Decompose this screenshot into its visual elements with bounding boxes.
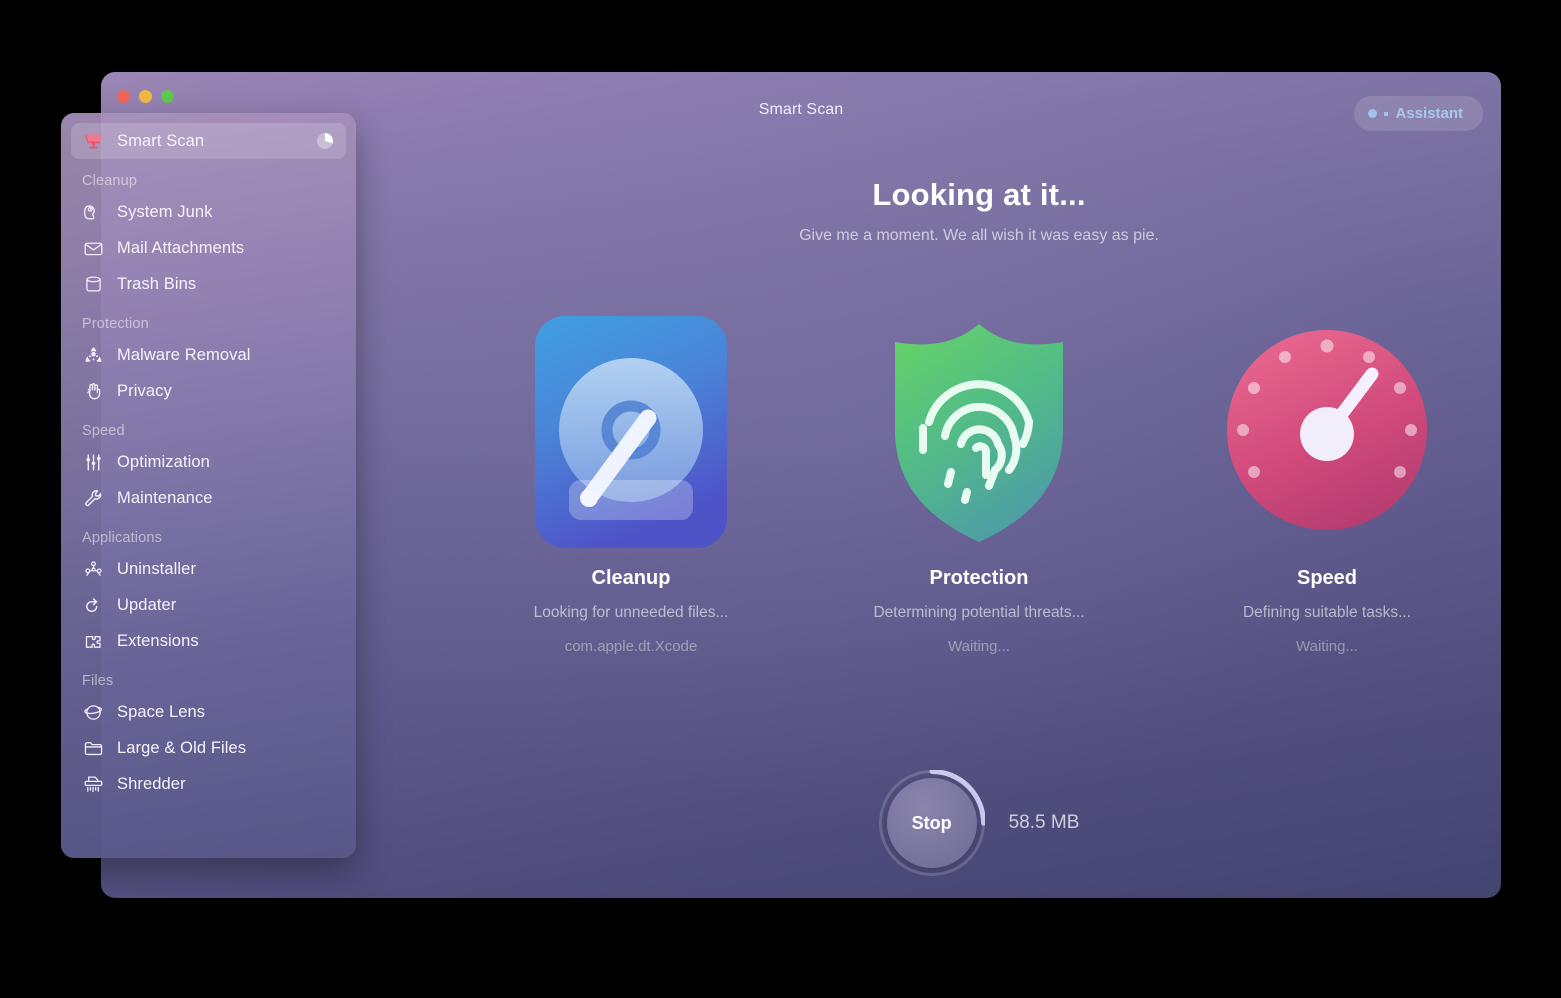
refresh-arrow-icon xyxy=(82,594,104,616)
sidebar-item-maintenance[interactable]: Maintenance xyxy=(71,480,346,516)
biohazard-icon xyxy=(82,344,104,366)
sidebar-item-malware-removal[interactable]: Malware Removal xyxy=(71,337,346,373)
sidebar-item-label: Large & Old Files xyxy=(117,738,247,757)
sidebar-group-applications: Applications xyxy=(82,530,162,546)
sidebar-item-label: Mail Attachments xyxy=(117,238,245,257)
stop-button[interactable]: Stop xyxy=(878,770,985,876)
card-title: Cleanup xyxy=(591,567,671,589)
card-status: Defining suitable tasks... xyxy=(1242,604,1411,621)
card-cleanup[interactable]: Cleanup Looking for unneeded files... co… xyxy=(481,307,781,655)
sidebar-item-label: Space Lens xyxy=(117,702,206,721)
sidebar-item-label: Privacy xyxy=(117,381,172,400)
molecule-icon xyxy=(82,558,104,580)
sidebar-item-optimization[interactable]: Optimization xyxy=(71,444,346,480)
wrench-icon xyxy=(82,487,104,509)
sidebar-group-files: Files xyxy=(82,673,114,689)
vacuum-icon xyxy=(82,201,104,223)
card-detail: Waiting... xyxy=(1296,638,1358,655)
monitor-icon xyxy=(82,130,104,152)
card-detail: com.apple.dt.Xcode xyxy=(564,638,698,655)
card-status: Looking for unneeded files... xyxy=(533,604,729,621)
sidebar-item-label: Updater xyxy=(117,595,177,614)
sidebar-item-label: Malware Removal xyxy=(117,345,251,364)
scan-category-cards: Cleanup Looking for unneeded files... co… xyxy=(457,307,1501,655)
stop-button-face: Stop xyxy=(886,778,977,868)
card-title: Speed xyxy=(1296,567,1358,589)
sidebar-item-mail-attachments[interactable]: Mail Attachments xyxy=(71,230,346,266)
sidebar: Smart Scan Cleanup System Junk Mail Attachm… xyxy=(61,113,356,858)
sidebar-item-label: System Junk xyxy=(117,202,213,221)
card-protection[interactable]: Protection Determining potential threats… xyxy=(829,307,1129,655)
sidebar-item-extensions[interactable]: Extensions xyxy=(71,623,346,659)
sidebar-item-updater[interactable]: Updater xyxy=(71,587,346,623)
assistant-label: Assistant xyxy=(1395,105,1463,122)
assistant-button[interactable]: Assistant xyxy=(1354,96,1483,131)
shredder-icon xyxy=(82,773,104,795)
sidebar-item-label: Optimization xyxy=(117,452,210,471)
assistant-square-icon xyxy=(1384,111,1389,116)
sidebar-group-speed: Speed xyxy=(82,423,125,439)
sidebar-item-label: Trash Bins xyxy=(117,274,197,293)
sidebar-item-system-junk[interactable]: System Junk xyxy=(71,194,346,230)
sidebar-item-label: Maintenance xyxy=(117,488,213,507)
sidebar-group-cleanup: Cleanup xyxy=(82,173,138,189)
card-title: Protection xyxy=(929,567,1029,589)
page-headline: Looking at it... xyxy=(872,177,1086,212)
card-detail: Waiting... xyxy=(948,638,1010,655)
page-subheadline: Give me a moment. We all wish it was eas… xyxy=(799,227,1159,244)
hard-disk-icon xyxy=(531,307,731,557)
sidebar-item-uninstaller[interactable]: Uninstaller xyxy=(71,551,346,587)
planet-icon xyxy=(82,701,104,723)
sliders-icon xyxy=(82,451,104,473)
envelope-icon xyxy=(82,237,104,259)
sidebar-item-label: Extensions xyxy=(117,631,199,650)
sidebar-item-trash-bins[interactable]: Trash Bins xyxy=(71,266,346,302)
scan-footer: Stop 58.5 MB xyxy=(457,758,1501,888)
scanned-size-label: 58.5 MB xyxy=(1008,812,1080,833)
speedometer-icon xyxy=(1222,307,1432,557)
sidebar-item-large-old-files[interactable]: Large & Old Files xyxy=(71,730,346,766)
sidebar-item-label: Smart Scan xyxy=(117,131,205,150)
puzzle-piece-icon xyxy=(82,630,104,652)
sidebar-item-label: Uninstaller xyxy=(117,559,197,578)
card-status: Determining potential threats... xyxy=(873,604,1085,621)
sidebar-item-privacy[interactable]: Privacy xyxy=(71,373,346,409)
assistant-dot-icon xyxy=(1368,109,1378,118)
sidebar-item-label: Shredder xyxy=(117,774,186,793)
card-speed[interactable]: Speed Defining suitable tasks... Waiting… xyxy=(1177,307,1477,655)
shield-fingerprint-icon xyxy=(879,307,1079,557)
sidebar-item-space-lens[interactable]: Space Lens xyxy=(71,694,346,730)
stop-button-label: Stop xyxy=(911,812,952,833)
hand-icon xyxy=(82,380,104,402)
sidebar-group-protection: Protection xyxy=(82,316,149,332)
sidebar-scan-progress-icon xyxy=(317,133,333,149)
trash-bin-icon xyxy=(82,273,104,295)
folder-icon xyxy=(82,737,104,759)
sidebar-item-smart-scan[interactable]: Smart Scan xyxy=(71,123,346,159)
sidebar-item-shredder[interactable]: Shredder xyxy=(71,766,346,802)
